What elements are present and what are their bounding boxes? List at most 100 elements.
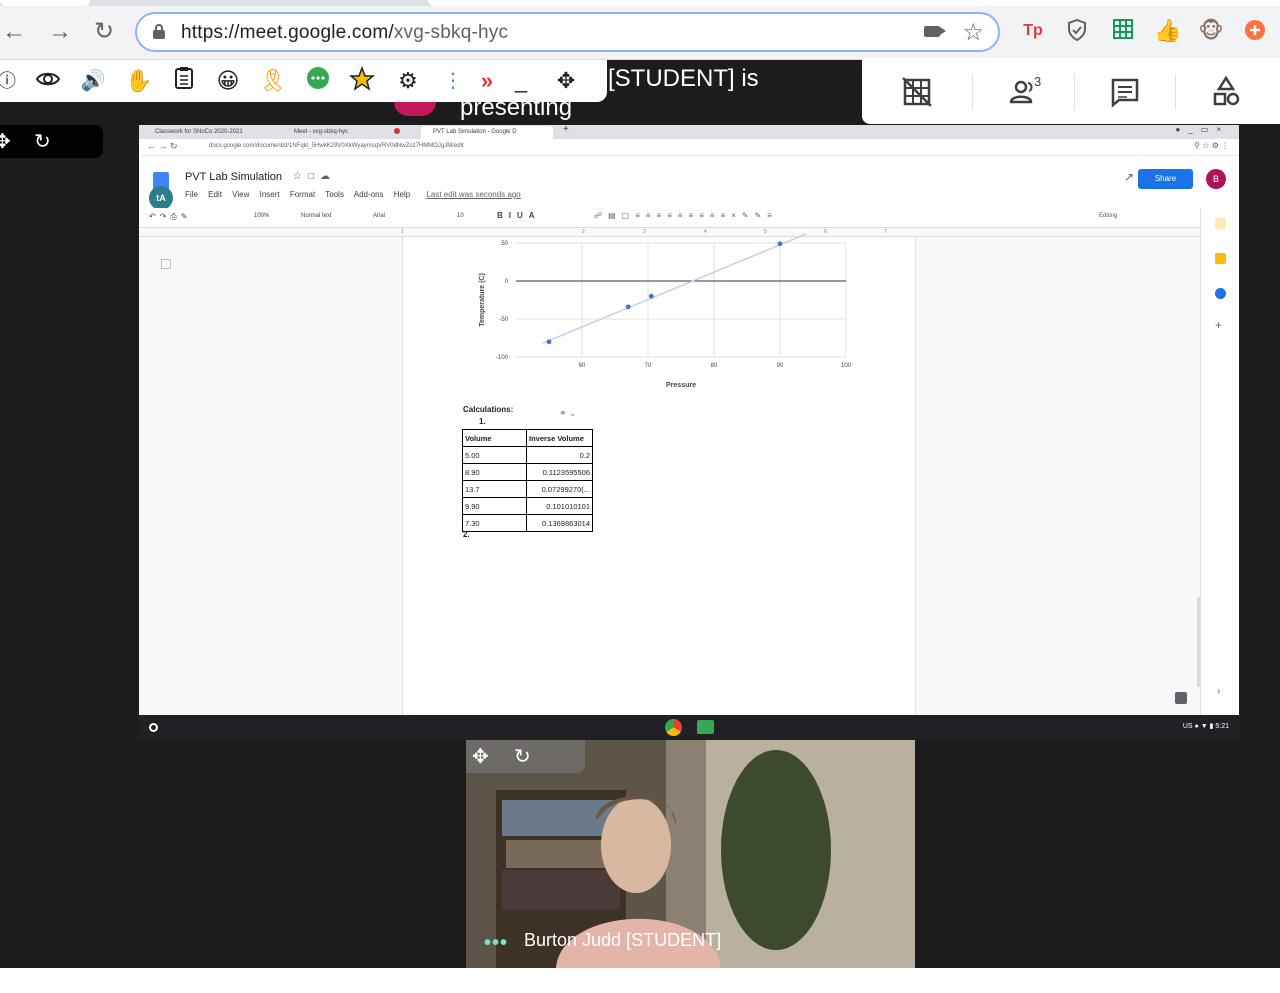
font-size-field[interactable]: 10 bbox=[457, 213, 464, 219]
menu-insert[interactable]: Insert bbox=[260, 190, 280, 199]
refresh-icon[interactable]: ↻ bbox=[34, 129, 51, 154]
account-avatar[interactable]: B bbox=[1206, 169, 1226, 189]
star-icon[interactable] bbox=[347, 65, 377, 96]
table-header-cell[interactable]: Volume bbox=[462, 429, 527, 447]
text-format-icons[interactable]: BIUA bbox=[497, 211, 541, 220]
chat-icon[interactable] bbox=[1105, 72, 1145, 112]
shared-screen: Classwork for SNoCo 2020-2021 Meet - xvg… bbox=[139, 125, 1239, 740]
shared-addr-icons[interactable]: ⚲ ☆ ⚙ ⋮ bbox=[1194, 141, 1229, 150]
chrome-icon[interactable] bbox=[665, 719, 682, 736]
emoji-icon[interactable]: 😀 bbox=[213, 66, 243, 96]
tp-extension-icon[interactable]: Tp bbox=[1020, 18, 1046, 44]
award-ribbon-icon[interactable]: 🎗 bbox=[258, 66, 288, 96]
move-arrows-icon[interactable]: ✥ bbox=[0, 129, 11, 154]
zoom-select[interactable]: 100% bbox=[254, 213, 269, 219]
launcher-icon[interactable] bbox=[149, 723, 158, 732]
explore-icon[interactable] bbox=[1175, 692, 1187, 704]
menu-edit[interactable]: Edit bbox=[208, 190, 222, 199]
participant-name: Burton Judd [STUDENT] bbox=[524, 930, 722, 950]
participants-icon[interactable]: 3 bbox=[1004, 72, 1044, 112]
shared-address-bar[interactable]: ← → ↻ docs.google.com/document/d/1NFqkt_… bbox=[139, 139, 1239, 156]
activity-trend-icon[interactable]: ↗ bbox=[1124, 170, 1134, 184]
share-button[interactable]: Share bbox=[1138, 169, 1193, 189]
table-cell[interactable]: 13.7 bbox=[462, 480, 527, 498]
forward-arrow-icon[interactable]: → bbox=[46, 18, 74, 46]
shared-nav-icons[interactable]: ← → ↻ bbox=[147, 141, 178, 152]
menu-help[interactable]: Help bbox=[394, 190, 410, 199]
classroom-badge-icon[interactable]: tA bbox=[149, 186, 173, 210]
add-addon-icon[interactable]: + bbox=[1215, 318, 1222, 332]
table-cell[interactable]: 0.101010101 bbox=[526, 497, 593, 515]
table-cell[interactable]: 0.1123595506 bbox=[526, 463, 593, 481]
raise-hand-icon[interactable]: ✋ bbox=[124, 66, 154, 96]
eye-icon[interactable] bbox=[33, 66, 63, 96]
tab-edge-right[interactable] bbox=[428, 0, 1280, 6]
doc-title-icons[interactable]: ☆□☁ bbox=[293, 171, 336, 182]
address-bar[interactable]: https://meet.google.com/xvg-sbkq-hyc ☆ bbox=[135, 12, 1000, 52]
status-tray[interactable]: US ● ▼ ▮ 5:21 bbox=[1183, 722, 1229, 730]
menu-file[interactable]: File bbox=[185, 190, 198, 199]
doc-header: tA ↗ ▤ Share B bbox=[139, 156, 1239, 210]
outline-icon[interactable] bbox=[161, 259, 171, 269]
url-host: https://meet.google.com/ bbox=[181, 22, 394, 43]
url-text[interactable]: https://meet.google.com/xvg-sbkq-hyc bbox=[181, 22, 508, 44]
monkey-extension-icon[interactable]: 🐵 bbox=[1198, 18, 1224, 44]
insert-align-icons[interactable]: ☍▤▢≡≡≡≡≡≡≡≡≡×✎✎≡ bbox=[594, 211, 778, 220]
back-arrow-icon[interactable]: ← bbox=[0, 18, 28, 46]
menu-view[interactable]: View bbox=[232, 190, 249, 199]
table-row: 7.30 0.1369863014 bbox=[462, 514, 593, 532]
ruler-mark: 1 bbox=[401, 229, 404, 235]
chart-y-tick-label: -100 bbox=[496, 355, 509, 361]
keep-icon[interactable] bbox=[1215, 253, 1226, 264]
tile-layout-off-icon[interactable] bbox=[897, 72, 937, 112]
activities-shapes-icon[interactable] bbox=[1206, 72, 1246, 112]
menu-addons[interactable]: Add-ons bbox=[354, 190, 384, 199]
sheets-extension-icon[interactable] bbox=[1110, 18, 1136, 44]
calendar-icon[interactable] bbox=[1215, 218, 1226, 229]
doc-title[interactable]: PVT Lab Simulation bbox=[185, 171, 282, 183]
info-icon[interactable]: ⓘ bbox=[0, 66, 22, 96]
table-cell[interactable]: 5.00 bbox=[462, 446, 527, 464]
refresh-icon[interactable]: ↻ bbox=[514, 744, 531, 769]
table-cell[interactable]: 7.30 bbox=[462, 514, 527, 532]
more-options-icon[interactable]: ••• bbox=[484, 932, 508, 955]
divider bbox=[972, 74, 973, 110]
clipboard-icon[interactable] bbox=[169, 66, 199, 96]
menu-format[interactable]: Format bbox=[290, 190, 315, 199]
speaker-icon[interactable]: 🔊 bbox=[78, 66, 108, 96]
style-select[interactable]: Normal text bbox=[301, 213, 332, 219]
window-controls-icon[interactable]: ●_▭× bbox=[1175, 125, 1229, 134]
shield-extension-icon[interactable] bbox=[1064, 18, 1090, 44]
shared-tab-doc[interactable]: PVT Lab Simulation - Google D bbox=[421, 126, 553, 139]
table-header-cell[interactable]: Inverse Volume bbox=[526, 429, 593, 447]
table-cell[interactable]: 0.2 bbox=[526, 446, 593, 464]
bookmark-star-icon[interactable]: ☆ bbox=[962, 18, 984, 47]
table-cell[interactable]: 0.07299270(... bbox=[526, 480, 593, 498]
tab-edge-left[interactable] bbox=[0, 0, 90, 6]
shared-tab-classwork[interactable]: Classwork for SNoCo 2020-2021 bbox=[143, 126, 277, 139]
shared-tab-meet[interactable]: Meet - xvg-sbkq-hyc bbox=[282, 126, 407, 139]
new-tab-plus-icon[interactable]: + bbox=[563, 125, 569, 135]
table-cell[interactable]: 9.90 bbox=[462, 497, 527, 515]
chat-bubble-icon[interactable] bbox=[303, 66, 333, 96]
camera-icon[interactable] bbox=[924, 26, 946, 37]
menu-tools[interactable]: Tools bbox=[325, 190, 344, 199]
thumbs-up-extension-icon[interactable]: 👍 bbox=[1154, 18, 1181, 44]
classroom-icon[interactable] bbox=[697, 720, 714, 734]
move-arrows-icon[interactable]: ✥ bbox=[472, 744, 489, 769]
last-edit-link[interactable]: Last edit was seconds ago bbox=[426, 190, 520, 199]
plus-extension-icon[interactable] bbox=[1242, 18, 1268, 44]
table-cell[interactable]: 0.1369863014 bbox=[526, 514, 593, 532]
gear-icon[interactable]: ⚙ bbox=[393, 66, 423, 96]
editing-mode-select[interactable]: Editing bbox=[1099, 213, 1117, 219]
doc-format-toolbar: ↶↷⎙✎ 100% Normal text Arial 10 BIUA ☍▤▢≡… bbox=[139, 208, 1239, 228]
participant-tile[interactable]: ✥ ↻ ••• Burton Judd [STUDENT] bbox=[466, 740, 915, 968]
font-select[interactable]: Arial bbox=[373, 213, 385, 219]
presenter-avatar bbox=[394, 102, 436, 116]
expand-panel-icon[interactable]: › bbox=[1217, 686, 1220, 697]
tasks-icon[interactable] bbox=[1215, 288, 1226, 299]
link-chevron-icon[interactable]: ⚭ ⌄ bbox=[559, 408, 577, 419]
undo-redo-print-icons[interactable]: ↶↷⎙✎ bbox=[149, 212, 192, 222]
reload-icon[interactable]: ↻ bbox=[90, 18, 118, 46]
table-cell[interactable]: 8.90 bbox=[462, 463, 527, 481]
